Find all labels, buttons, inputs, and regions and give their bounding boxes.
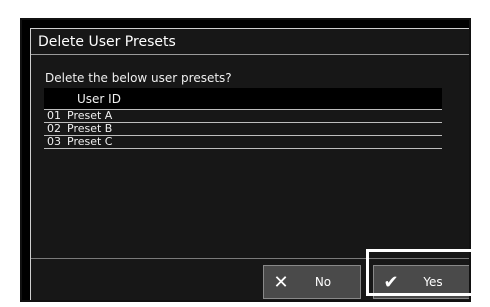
row-number: 02 (47, 122, 61, 135)
dialog-title: Delete User Presets (31, 29, 469, 55)
no-button-label: No (314, 275, 332, 289)
table-header: User ID (44, 88, 442, 110)
close-icon: ✕ (273, 271, 289, 293)
header-user-id: User ID (77, 92, 121, 106)
preset-name: Preset A (67, 109, 113, 122)
no-button[interactable]: ✕ No (263, 265, 361, 299)
row-number: 03 (47, 135, 61, 148)
row-number: 01 (47, 109, 61, 122)
dialog-prompt: Delete the below user presets? (45, 71, 232, 85)
preset-name: Preset C (67, 135, 113, 148)
table-row[interactable]: 03 Preset C (44, 136, 442, 149)
user-id-table: User ID 01 Preset A 02 Preset B 03 Prese… (44, 88, 442, 149)
preset-name: Preset B (67, 122, 113, 135)
yes-button-highlight (366, 249, 482, 296)
